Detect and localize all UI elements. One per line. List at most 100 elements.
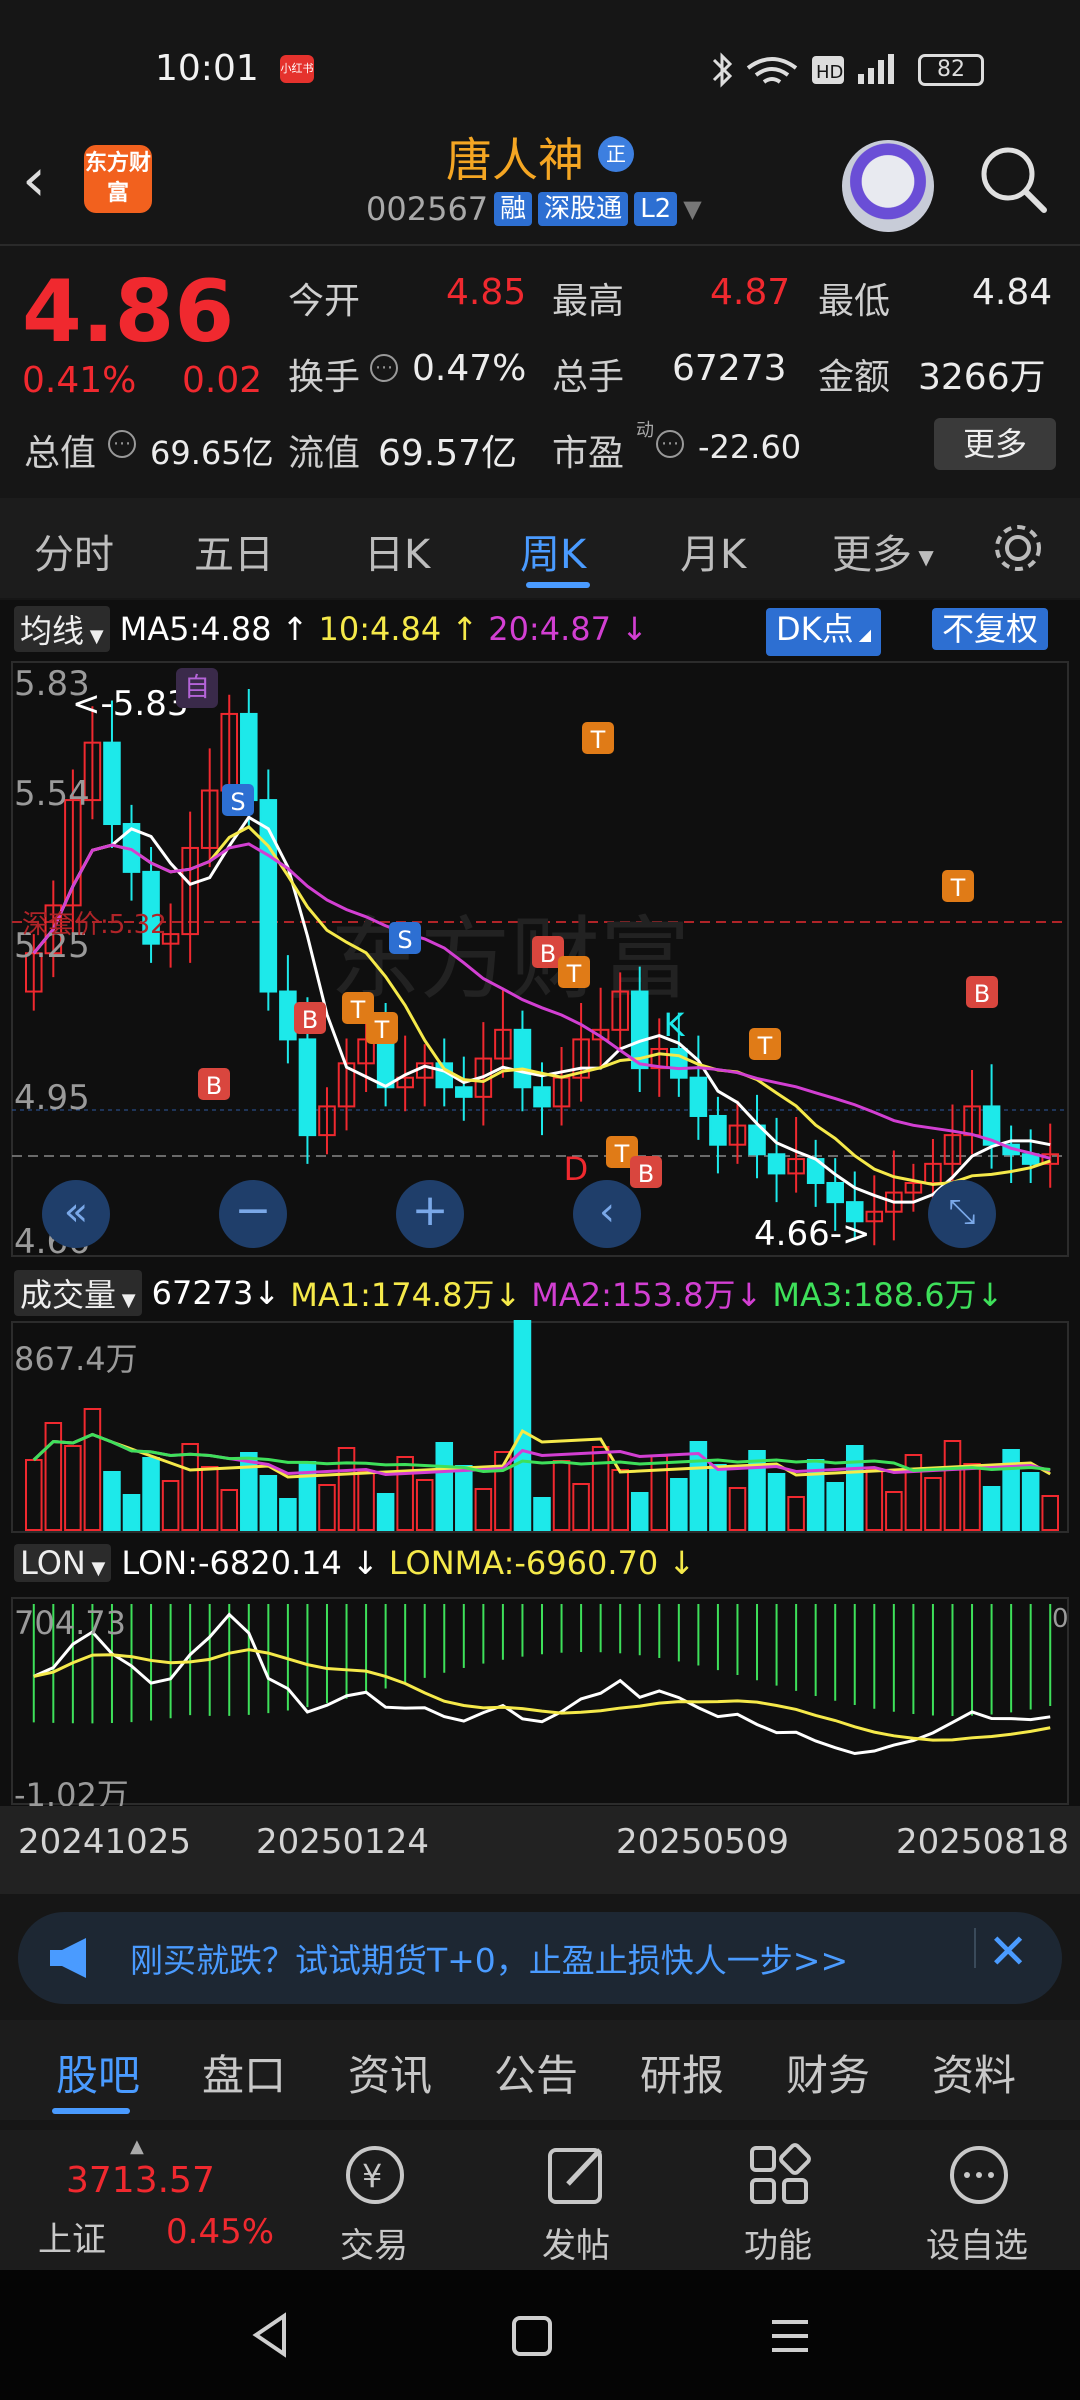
assistant-avatar[interactable] (842, 140, 934, 232)
candle-body[interactable] (670, 1047, 688, 1079)
volume-bar (709, 1464, 727, 1531)
compose-icon[interactable] (542, 2140, 612, 2210)
signal-marker-B[interactable]: B (294, 1002, 326, 1034)
info-icon[interactable]: ⋯ (656, 430, 684, 458)
dropdown-icon: ▼ (85, 1558, 106, 1579)
volume-bar (103, 1471, 121, 1531)
back-button[interactable]: ‹ (22, 145, 46, 215)
tab-profile[interactable]: 资料 (932, 2042, 1016, 2103)
candle-body[interactable] (376, 1038, 395, 1089)
min-price-note: 4.66-> (754, 1214, 871, 1254)
fullscreen-icon[interactable]: ⤡ (928, 1180, 996, 1248)
signal-marker-T[interactable]: T (942, 870, 974, 902)
signal-marker-B[interactable]: B (198, 1068, 230, 1100)
open-label: 今开 (288, 281, 361, 322)
svg-text:S: S (397, 926, 412, 954)
indicator-selector[interactable]: 均线 ▼ (14, 606, 110, 652)
tab-intraday[interactable]: 分时 (34, 522, 114, 580)
trade-icon[interactable]: ¥ (340, 2140, 410, 2210)
vol-ma3: MA3:188.6万↓ (772, 1276, 1004, 1314)
volume-bar (963, 1463, 981, 1531)
svg-text:T: T (350, 996, 366, 1024)
nav-menu-icon[interactable] (768, 2314, 812, 2358)
tab-5day[interactable]: 五日 (194, 522, 274, 580)
tag-connect: 深股通 (538, 192, 629, 226)
nav-home-icon[interactable] (510, 2314, 554, 2358)
info-icon[interactable]: ⋯ (370, 354, 398, 382)
signal-marker-S[interactable]: S (389, 922, 421, 954)
index-change[interactable]: 0.45% (166, 2212, 274, 2252)
tab-daily[interactable]: 日K (364, 522, 430, 580)
volume-bar (376, 1493, 395, 1531)
signal-icon (858, 54, 894, 84)
signal-marker-B[interactable]: B (630, 1156, 662, 1188)
lon-chart[interactable] (0, 1596, 1080, 1806)
active-tab-indicator (526, 582, 590, 588)
dock-post[interactable]: 发帖 (542, 2218, 610, 2267)
zoom-out-button[interactable]: − (219, 1180, 287, 1248)
tab-news[interactable]: 资讯 (348, 2042, 432, 2103)
scroll-right-button[interactable]: ‹ (573, 1180, 641, 1248)
tab-orderbook[interactable]: 盘口 (202, 2042, 286, 2103)
custom-marker[interactable]: 自 (176, 668, 218, 708)
scroll-left-button[interactable]: « (42, 1180, 110, 1248)
signal-marker-T[interactable]: T (366, 1012, 398, 1044)
more-quote-button[interactable]: 更多 (934, 418, 1056, 470)
zoom-in-button[interactable]: + (396, 1180, 464, 1248)
dk-point-button[interactable]: DK点 ◢ (766, 608, 882, 656)
dock-functions[interactable]: 功能 (744, 2218, 812, 2267)
volume-legend: 成交量 ▼ 67273↓ MA1:174.8万↓ MA2:153.8万↓ MA3… (14, 1270, 1003, 1316)
info-icon[interactable]: ⋯ (108, 430, 136, 458)
signal-marker-S[interactable]: S (222, 784, 254, 816)
settings-gear-icon[interactable] (990, 520, 1046, 576)
pattern-letter: D (564, 1150, 589, 1188)
dock-add-watchlist[interactable]: 设自选 (926, 2218, 1028, 2267)
candle-body[interactable] (298, 1038, 317, 1137)
signal-marker-T[interactable]: T (749, 1028, 781, 1060)
corner-arrow-icon: ◢ (853, 625, 872, 644)
signal-marker-T[interactable]: T (582, 722, 614, 754)
signal-marker-T[interactable]: T (558, 956, 590, 988)
tab-weekly[interactable]: 周K (520, 522, 586, 580)
add-watchlist-icon[interactable] (944, 2140, 1014, 2210)
candle-body[interactable] (689, 1076, 708, 1117)
promo-text[interactable]: 刚买就跌？试试期货T+0，止盈止损快人一步>> (130, 1934, 848, 1982)
close-icon[interactable]: ✕ (988, 1924, 1028, 1980)
svg-text:T: T (757, 1032, 773, 1060)
no-adjust-button[interactable]: 不复权 (932, 608, 1049, 650)
nav-back-icon[interactable] (250, 2310, 290, 2360)
tab-research[interactable]: 研报 (640, 2042, 724, 2103)
candle-body[interactable] (279, 990, 297, 1041)
index-name[interactable]: 上证 (38, 2212, 106, 2261)
index-value[interactable]: 3713.57 (66, 2160, 215, 2201)
tab-announcements[interactable]: 公告 (494, 2042, 578, 2103)
volume-indicator-selector[interactable]: 成交量 ▼ (14, 1270, 142, 1316)
volume-bar (279, 1498, 297, 1531)
lon-indicator-selector[interactable]: LON ▼ (14, 1544, 112, 1582)
signal-marker-B[interactable]: B (966, 976, 998, 1008)
candle-body[interactable] (709, 1114, 727, 1146)
kline-chart[interactable]: 东方财富 BSBTTSBTTTBTTBDKD (0, 660, 1080, 1260)
candle-body[interactable] (513, 1028, 532, 1089)
candle-body[interactable] (103, 741, 121, 826)
header-divider (0, 244, 1080, 246)
tab-financials[interactable]: 财务 (786, 2042, 870, 2103)
volume-bar (396, 1456, 414, 1531)
tab-monthly[interactable]: 月K (680, 522, 746, 580)
candle-body[interactable] (826, 1181, 844, 1204)
tab-forum[interactable]: 股吧 (56, 2042, 140, 2103)
tag-margin: 融 (494, 192, 533, 226)
stock-code-row[interactable]: 002567 融 深股通 L2 ▼ (366, 190, 702, 228)
candle-body[interactable] (455, 1086, 473, 1098)
volume-chart[interactable] (0, 1320, 1080, 1534)
search-icon[interactable] (978, 144, 1048, 214)
candle-body[interactable] (767, 1153, 786, 1175)
vol-ma1: MA1:174.8万↓ (290, 1276, 522, 1314)
expand-icon[interactable]: ▲ (130, 2136, 144, 2157)
dock-trade[interactable]: 交易 (340, 2218, 408, 2267)
tab-more[interactable]: 更多 ▼ (832, 522, 934, 580)
grid-icon[interactable] (744, 2140, 814, 2210)
candle-body[interactable] (533, 1086, 551, 1108)
low-value: 4.84 (972, 272, 1053, 313)
lon-indicator-label: LON (20, 1544, 86, 1582)
